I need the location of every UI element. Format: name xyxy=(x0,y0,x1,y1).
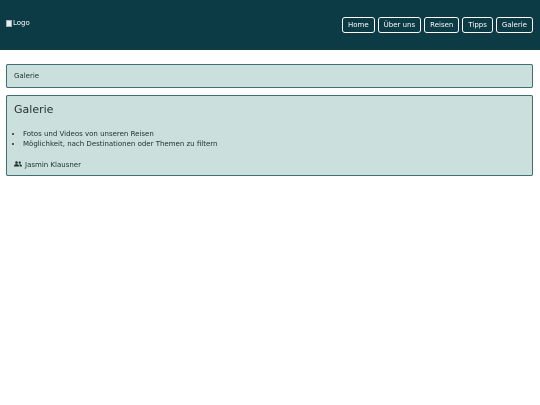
author-line: Jasmin Klausner xyxy=(14,161,525,169)
nav-tips-button[interactable]: Tipps xyxy=(462,17,493,33)
list-item: Fotos und Videos von unseren Reisen xyxy=(23,129,525,139)
nav-home-button[interactable]: Home xyxy=(341,17,375,33)
breadcrumb-label: Galerie xyxy=(14,72,40,80)
nav-gallery-button[interactable]: Galerie xyxy=(495,17,533,33)
logo-alt-text: Logo xyxy=(13,19,30,27)
gallery-card: Galerie Fotos und Videos von unseren Rei… xyxy=(6,95,533,176)
breadcrumb: Galerie xyxy=(6,64,533,88)
card-title: Galerie xyxy=(14,103,54,116)
main-navigation: Home Über uns Reisen Tipps Galerie xyxy=(341,17,533,33)
site-header: Logo Home Über uns Reisen Tipps Galerie xyxy=(0,0,540,50)
list-item: Möglichkeit, nach Destinationen oder The… xyxy=(23,139,525,149)
users-icon xyxy=(14,161,22,169)
nav-travel-button[interactable]: Reisen xyxy=(424,17,460,33)
author-name: Jasmin Klausner xyxy=(25,161,81,169)
nav-about-button[interactable]: Über uns xyxy=(377,17,422,33)
logo[interactable]: Logo xyxy=(6,19,30,27)
feature-list: Fotos und Videos von unseren Reisen Mögl… xyxy=(14,129,525,149)
broken-image-icon xyxy=(6,19,12,27)
